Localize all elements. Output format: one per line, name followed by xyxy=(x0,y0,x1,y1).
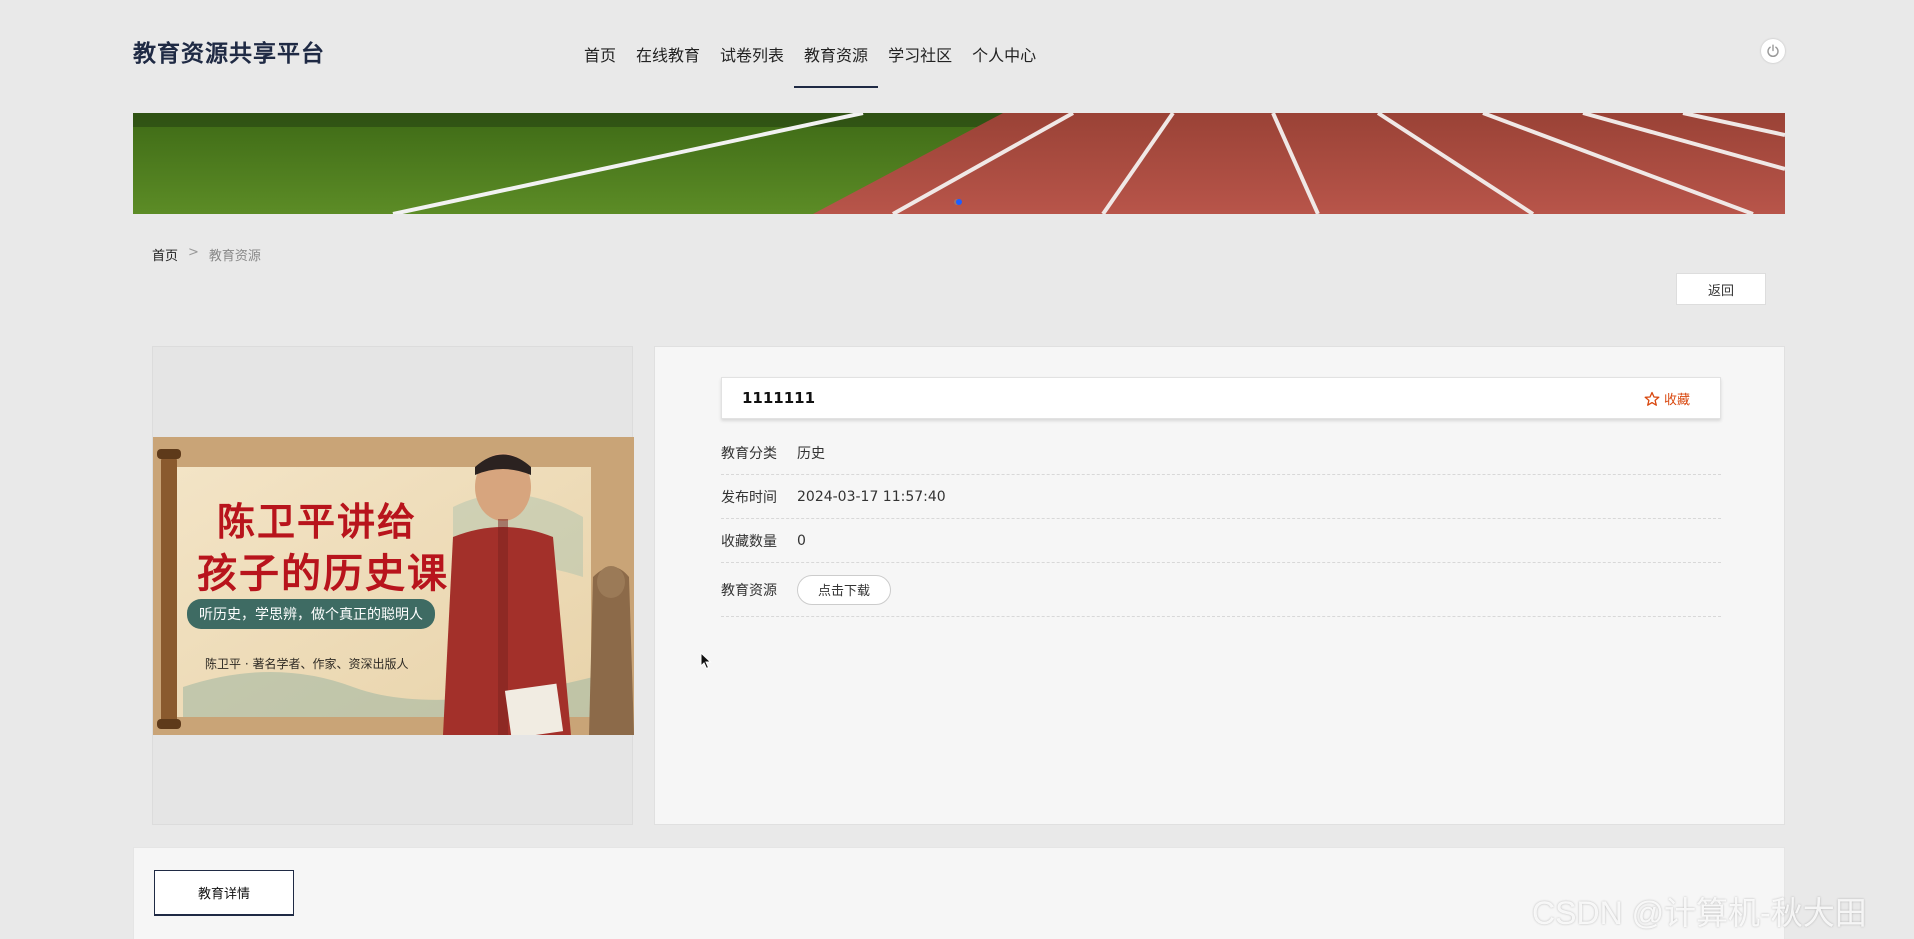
cover-title-line1: 陈卫平讲给 xyxy=(217,499,418,544)
site-logo[interactable]: 教育资源共享平台 xyxy=(133,34,325,68)
cover-tagline: 听历史，学思辨，做个真正的聪明人 xyxy=(187,599,435,629)
resource-info-panel: 1111111 收藏 教育分类 历史 发布时间 2024-03-17 11:57… xyxy=(654,346,1785,825)
download-button[interactable]: 点击下载 xyxy=(797,574,892,605)
favorite-count-label: 收藏数量 xyxy=(721,533,777,550)
nav-exam-list[interactable]: 试卷列表 xyxy=(710,30,794,88)
resource-title-bar: 1111111 收藏 xyxy=(721,377,1721,419)
info-row-publish-time: 发布时间 2024-03-17 11:57:40 xyxy=(721,475,1721,519)
breadcrumb-current: 教育资源 xyxy=(208,249,261,264)
breadcrumb: 首页 > 教育资源 xyxy=(152,245,261,264)
watermark: CSDN @计算机-秋大田 xyxy=(1532,895,1867,931)
breadcrumb-home[interactable]: 首页 xyxy=(152,245,178,264)
nav-online-education[interactable]: 在线教育 xyxy=(626,30,710,88)
main-nav: 首页 在线教育 试卷列表 教育资源 学习社区 个人中心 xyxy=(574,30,1046,88)
resource-title: 1111111 xyxy=(742,389,816,407)
tab-education-detail[interactable]: 教育详情 xyxy=(154,870,294,916)
favorite-button[interactable]: 收藏 xyxy=(1644,389,1690,408)
cover-title-line2: 孩子的历史课 xyxy=(197,550,449,597)
back-button[interactable]: 返回 xyxy=(1676,273,1766,305)
category-label: 教育分类 xyxy=(721,445,777,462)
mouse-cursor-icon xyxy=(700,652,712,670)
info-row-favorite-count: 收藏数量 0 xyxy=(721,519,1721,563)
favorite-label: 收藏 xyxy=(1663,393,1690,408)
publish-time-label: 发布时间 xyxy=(721,489,777,506)
nav-learning-community[interactable]: 学习社区 xyxy=(878,30,962,88)
cover-panel: 陈卫平讲给 孩子的历史课 听历史，学思辨，做个真正的聪明人 陈卫平 · 著名学者… xyxy=(152,346,634,825)
resource-label: 教育资源 xyxy=(721,582,777,599)
banner-image xyxy=(133,113,1785,214)
category-value: 历史 xyxy=(797,445,825,462)
nav-personal-center[interactable]: 个人中心 xyxy=(962,30,1046,88)
power-icon[interactable] xyxy=(1761,39,1785,63)
cover-author: 陈卫平 · 著名学者、作家、资深出版人 xyxy=(205,657,409,671)
favorite-count-value: 0 xyxy=(797,532,806,549)
breadcrumb-separator: > xyxy=(188,245,199,260)
star-outline-icon xyxy=(1644,391,1660,406)
nav-home[interactable]: 首页 xyxy=(574,30,626,88)
info-row-category: 教育分类 历史 xyxy=(721,431,1721,475)
publish-time-value: 2024-03-17 11:57:40 xyxy=(797,488,946,505)
cover-image: 陈卫平讲给 孩子的历史课 听历史，学思辨，做个真正的聪明人 陈卫平 · 著名学者… xyxy=(153,437,634,735)
nav-education-resources[interactable]: 教育资源 xyxy=(794,30,879,88)
info-row-resource: 教育资源 点击下载 xyxy=(721,563,1721,617)
